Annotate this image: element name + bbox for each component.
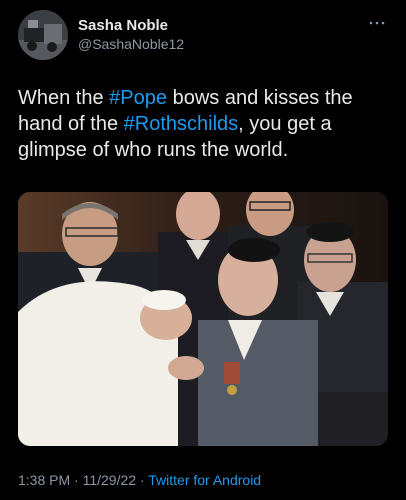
tweet-date[interactable]: 11/29/22 <box>83 472 136 488</box>
hashtag-pope[interactable]: #Pope <box>109 87 167 109</box>
display-name[interactable]: Sasha Noble <box>78 17 184 35</box>
user-handle[interactable]: @SashaNoble12 <box>78 35 184 53</box>
meta-separator: · <box>70 472 83 488</box>
tweet-time[interactable]: 1:38 PM <box>18 472 70 488</box>
tweet-meta: 1:38 PM · 11/29/22 · Twitter for Android <box>18 472 261 488</box>
tweet-header: Sasha Noble @SashaNoble12 <box>18 10 390 60</box>
more-horizontal-icon[interactable] <box>366 16 388 30</box>
avatar[interactable] <box>18 10 68 60</box>
meta-separator: · <box>136 472 149 488</box>
tweet-source[interactable]: Twitter for Android <box>148 472 261 488</box>
tweet-text-part: When the <box>18 87 110 109</box>
tweet-photo[interactable] <box>18 192 388 446</box>
tweet-card: Sasha Noble @SashaNoble12 When the #Pope… <box>0 0 406 500</box>
hashtag-rothschilds[interactable]: #Rothschilds <box>124 113 239 135</box>
tweet-text: When the #Pope bows and kisses the hand … <box>18 85 388 163</box>
user-names: Sasha Noble @SashaNoble12 <box>78 17 184 53</box>
